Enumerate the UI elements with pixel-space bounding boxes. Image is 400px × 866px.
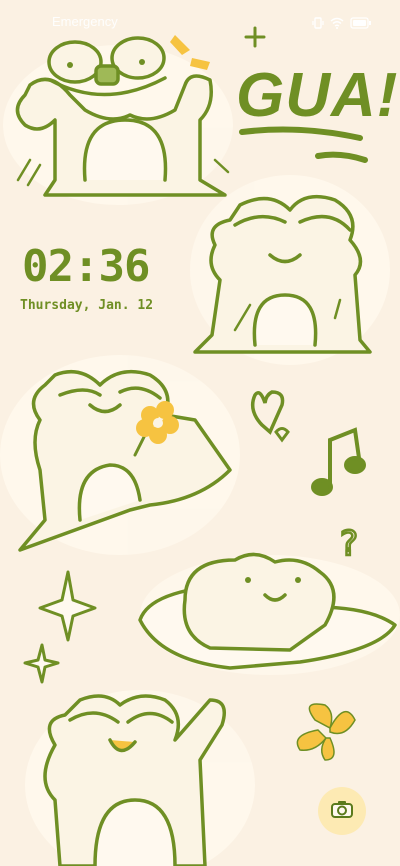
vibrate-icon [312,14,324,33]
status-bar: Emergency [0,0,400,40]
lock-date: Thursday, Jan. 12 [20,298,154,313]
svg-text:?: ? [340,524,358,564]
music-note-illustration [311,427,366,496]
camera-icon [330,799,354,823]
battery-icon [350,14,372,33]
camera-shortcut-button[interactable] [318,787,366,835]
lock-clock: 02:36 [22,241,150,292]
status-icons [312,14,372,33]
lock-screen: ? Emergency GUA! 02:36 Thursday, Jan. 12 [0,0,400,866]
butterfly-illustration [296,703,356,761]
frog-bottom-illustration [43,694,226,866]
carrier-label: Emergency [52,14,118,29]
wifi-icon [330,14,344,33]
wallpaper-gua-text: GUA! [236,61,399,130]
